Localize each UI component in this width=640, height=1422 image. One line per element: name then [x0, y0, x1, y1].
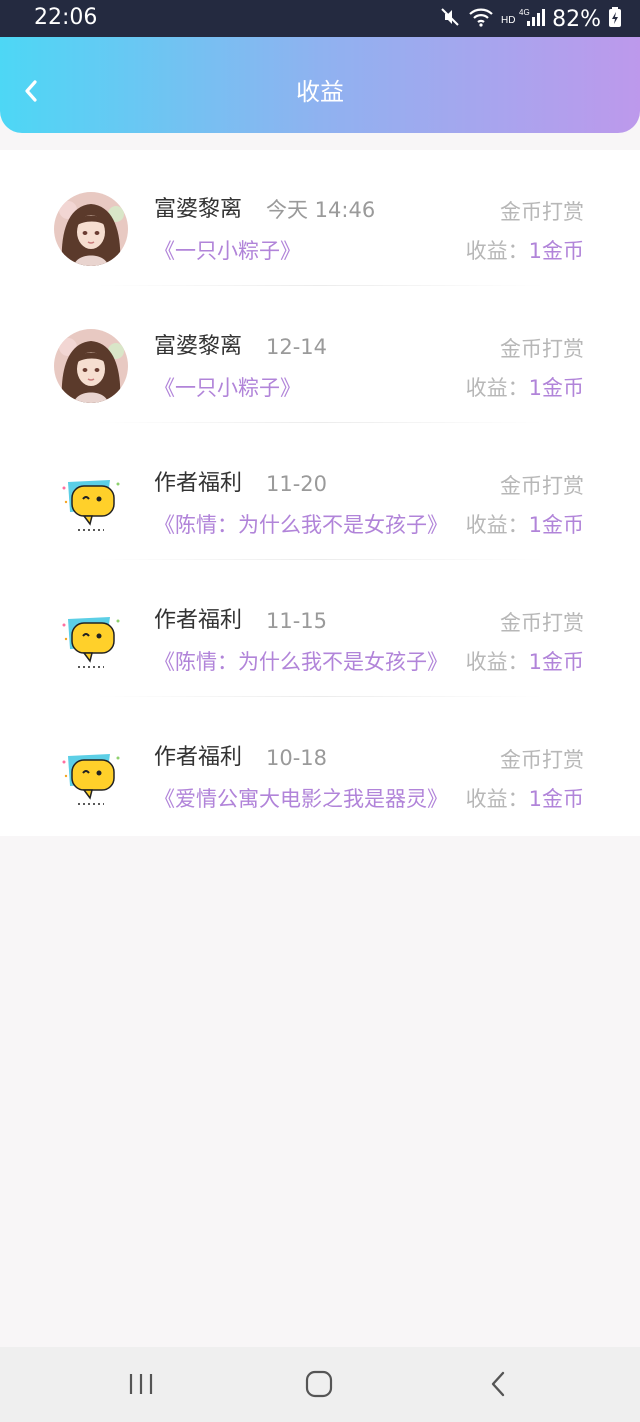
sender-name: 富婆黎离 [154, 197, 243, 222]
divider [96, 285, 544, 286]
battery-icon [608, 6, 622, 32]
sender-name: 作者福利 [154, 745, 243, 770]
home-icon[interactable] [302, 1369, 336, 1399]
divider [96, 559, 544, 560]
avatar [54, 192, 128, 266]
earning-label: 收益： [465, 376, 529, 400]
list-item[interactable]: 作者福利 10-18 金币打赏 《爱情公寓大电影之我是器灵》 收益：1金币 [0, 698, 640, 835]
hd-4g-signal-icon: HD 4G [501, 6, 546, 32]
earning-value: 1金币 [528, 650, 584, 674]
list-item[interactable]: 作者福利 11-15 金币打赏 《陈情：为什么我不是女孩子》 收益：1金币 [0, 561, 640, 698]
book-title: 《陈情：为什么我不是女孩子》 [154, 650, 448, 674]
earning: 收益：1金币 [466, 236, 584, 266]
earning-label: 收益： [465, 787, 529, 811]
earning-value: 1金币 [528, 787, 584, 811]
status-bar: 22:06 HD 4G 82% [0, 0, 640, 37]
page-title: 收益 [296, 78, 344, 106]
chat-bubble-avatar-icon [54, 740, 128, 814]
avatar [54, 329, 128, 403]
system-nav-bar [0, 1347, 640, 1422]
book-title: 《一只小粽子》 [154, 376, 301, 400]
earning-value: 1金币 [528, 239, 584, 263]
earning-label: 收益： [465, 650, 529, 674]
svg-text:HD: HD [501, 15, 515, 26]
record-type: 金币打赏 [500, 337, 584, 361]
mute-icon [439, 6, 461, 32]
record-type: 金币打赏 [500, 474, 584, 498]
record-type: 金币打赏 [500, 611, 584, 635]
book-title: 《爱情公寓大电影之我是器灵》 [154, 787, 448, 811]
svg-text:4G: 4G [519, 8, 530, 17]
chat-bubble-avatar-icon [54, 466, 128, 540]
list-item[interactable]: 富婆黎离 今天 14:46 金币打赏 《一只小粽子》 收益：1金币 [0, 150, 640, 287]
earning: 收益：1金币 [466, 510, 584, 540]
book-title: 《陈情：为什么我不是女孩子》 [154, 513, 448, 537]
record-date: 12-14 [266, 335, 328, 359]
record-type: 金币打赏 [500, 748, 584, 772]
earning-value: 1金币 [528, 513, 584, 537]
list-item[interactable]: 富婆黎离 12-14 金币打赏 《一只小粽子》 收益：1金币 [0, 287, 640, 424]
earning-label: 收益： [465, 239, 529, 263]
earning-label: 收益： [465, 513, 529, 537]
divider [96, 422, 544, 423]
status-time: 22:06 [34, 5, 98, 30]
sender-name: 作者福利 [154, 471, 243, 496]
back-icon[interactable] [482, 1369, 516, 1399]
app-header: 收益 [0, 37, 640, 133]
wifi-icon [468, 6, 494, 32]
chat-bubble-avatar-icon [54, 603, 128, 677]
record-date: 11-20 [266, 472, 328, 496]
record-date: 10-18 [266, 746, 328, 770]
sender-name: 富婆黎离 [154, 334, 243, 359]
divider [96, 696, 544, 697]
record-date: 今天 14:46 [266, 198, 376, 222]
record-type: 金币打赏 [500, 200, 584, 224]
record-date: 11-15 [266, 609, 328, 633]
list-item[interactable]: 作者福利 11-20 金币打赏 《陈情：为什么我不是女孩子》 收益：1金币 [0, 424, 640, 561]
recent-apps-icon[interactable] [124, 1369, 158, 1399]
earning: 收益：1金币 [466, 373, 584, 403]
earning: 收益：1金币 [466, 784, 584, 814]
battery-percent: 82% [552, 6, 601, 32]
sender-name: 作者福利 [154, 608, 243, 633]
earning-value: 1金币 [528, 376, 584, 400]
earning: 收益：1金币 [466, 647, 584, 677]
book-title: 《一只小粽子》 [154, 239, 301, 263]
earnings-list: 富婆黎离 今天 14:46 金币打赏 《一只小粽子》 收益：1金币 富婆黎离 1… [0, 150, 640, 836]
